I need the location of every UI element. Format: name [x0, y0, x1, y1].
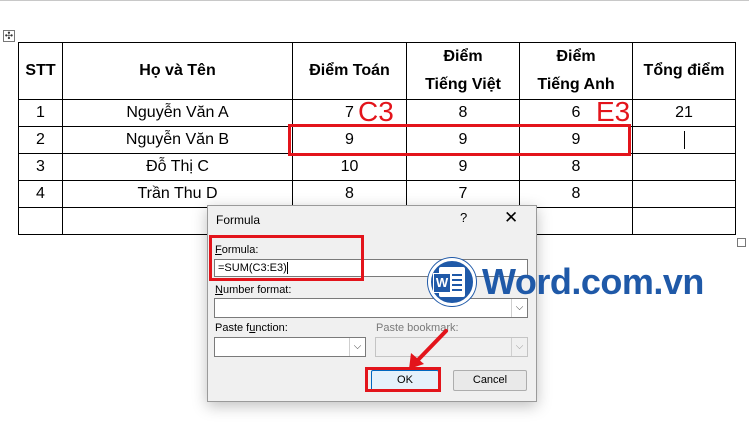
word-doc-icon: W	[433, 267, 465, 297]
site-logo: W Word.com.vn	[428, 256, 704, 308]
pointer-arrow-icon	[409, 329, 448, 369]
word-w-letter: W	[433, 273, 451, 293]
word-logo-icon: W	[428, 258, 476, 306]
logo-text: Word.com.vn	[482, 261, 704, 302]
